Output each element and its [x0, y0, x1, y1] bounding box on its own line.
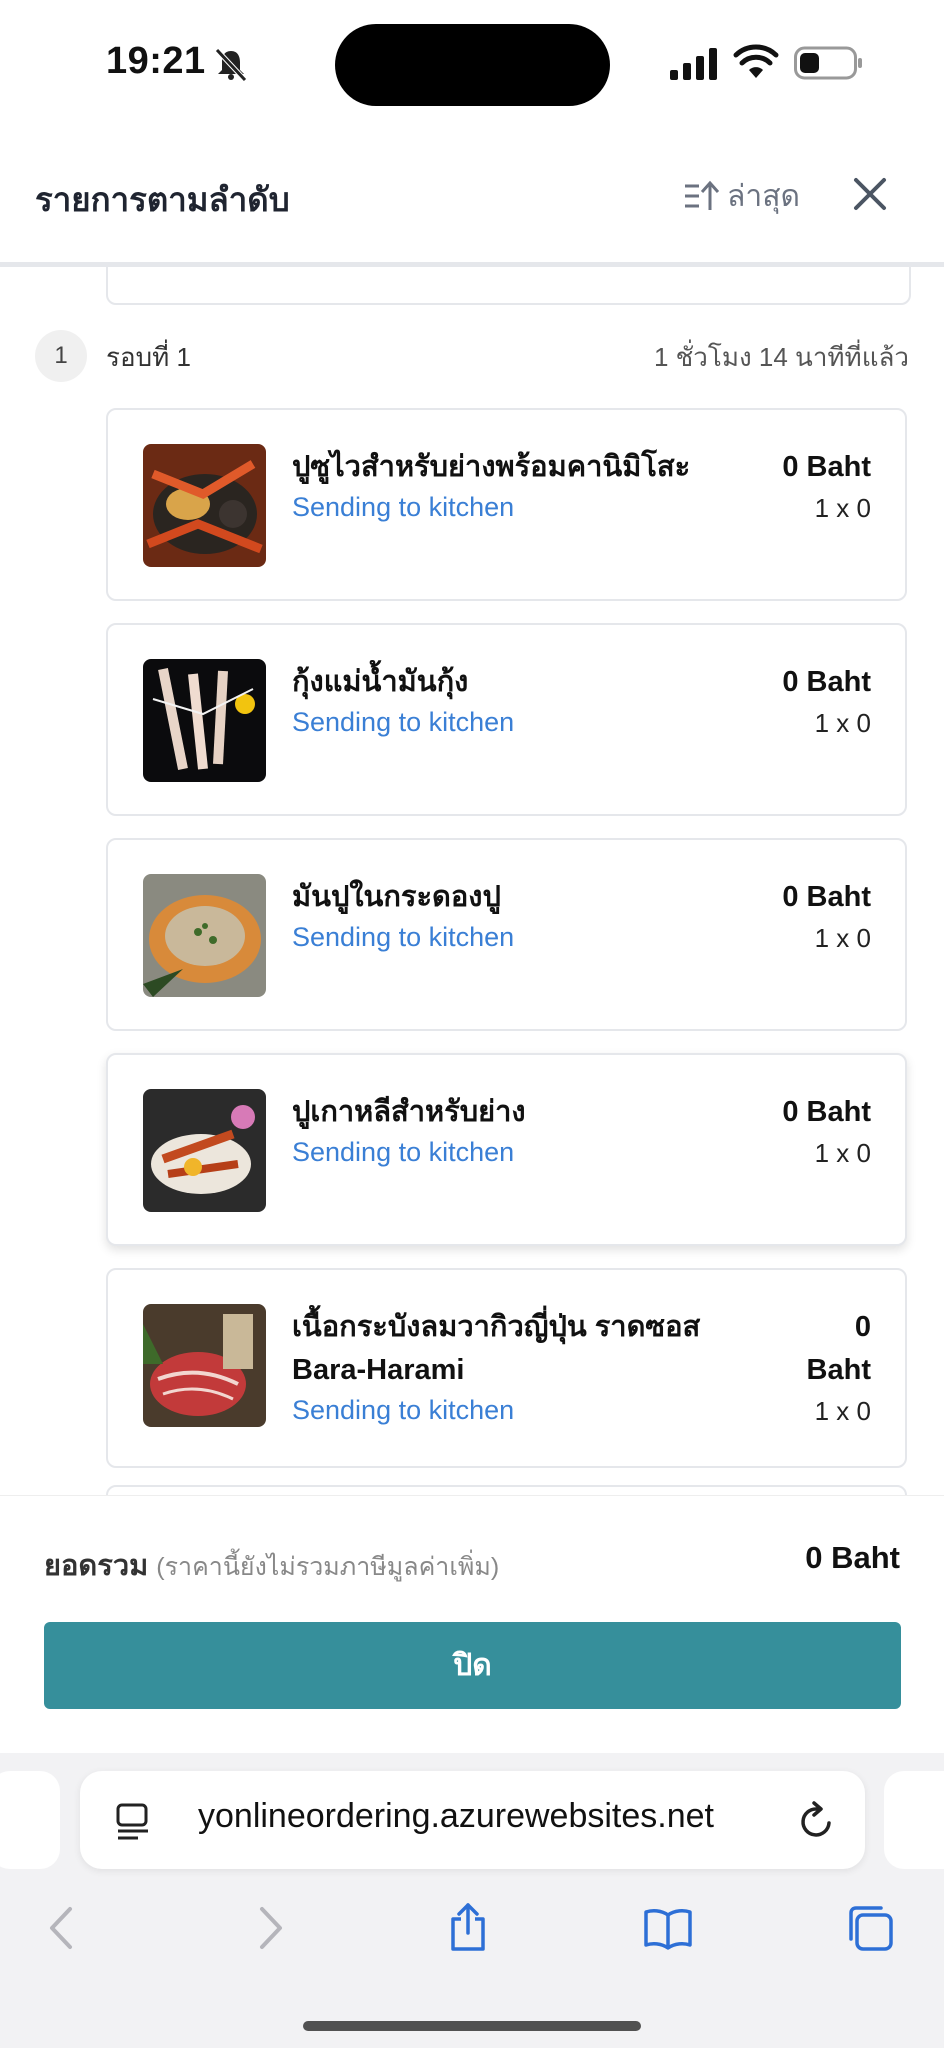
round-time-ago: 1 ชั่วโมง 14 นาทีที่แล้ว [653, 342, 909, 372]
item-image [143, 1304, 266, 1427]
share-icon[interactable] [443, 1903, 493, 1953]
item-quantity: 1 x 0 [814, 1138, 871, 1168]
total-label: ยอดรวม (ราคานี้ยังไม่รวมภาษีมูลค่าเพิ่ม) [44, 1542, 499, 1588]
item-image [143, 659, 266, 782]
item-status: Sending to kitchen [292, 1395, 515, 1425]
total-note: (ราคานี้ยังไม่รวมภาษีมูลค่าเพิ่ม) [156, 1553, 500, 1581]
item-name: มันปูในกระดองปู [292, 881, 501, 913]
item-price: 0 Baht [782, 1096, 871, 1128]
browser-toolbar: yonlineordering.azurewebsites.net [0, 1753, 944, 2048]
previous-tab[interactable] [0, 1771, 60, 1869]
signal-icon [670, 48, 717, 80]
item-name: เนื้อกระบังลมวากิวญี่ปุ่น ราดซอส Bara-Ha… [292, 1311, 701, 1386]
item-status: Sending to kitchen [292, 707, 515, 737]
item-status: Sending to kitchen [292, 492, 515, 522]
item-image [143, 874, 266, 997]
forward-icon[interactable] [244, 1903, 294, 1953]
item-price: 0 Baht [782, 666, 871, 698]
item-name: ปูซูไวสำหรับย่างพร้อมคานิมิโสะ [292, 451, 691, 483]
item-quantity: 1 x 0 [814, 923, 871, 953]
reload-icon[interactable] [797, 1801, 837, 1841]
total-value: 0 Baht [805, 1540, 900, 1575]
back-icon[interactable] [38, 1903, 88, 1953]
item-image [143, 1089, 266, 1212]
order-item-card[interactable]: กุ้งแม่น้ำมันกุ้ง Sending to kitchen 0 B… [106, 623, 907, 816]
order-item-card[interactable]: มันปูในกระดองปู Sending to kitchen 0 Bah… [106, 838, 907, 1031]
close-icon[interactable] [848, 172, 892, 216]
item-price-unit: Baht [806, 1354, 871, 1386]
next-card-edge [106, 1485, 907, 1495]
next-tab[interactable] [884, 1771, 944, 1869]
url-text: yonlineordering.azurewebsites.net [198, 1797, 714, 1835]
previous-card-edge [106, 267, 911, 305]
home-indicator [303, 2021, 641, 2031]
status-time: 19:21 [106, 40, 206, 82]
sort-label: ล่าสุด [727, 179, 801, 213]
bookmarks-icon[interactable] [643, 1903, 693, 1953]
tabs-icon[interactable] [845, 1903, 895, 1953]
round-label: รอบที่ 1 [106, 342, 191, 372]
item-price: 0 Baht [782, 451, 871, 483]
order-item-card[interactable]: ปูเกาหลีสำหรับย่าง Sending to kitchen 0 … [106, 1053, 907, 1246]
order-list[interactable]: 1 รอบที่ 1 1 ชั่วโมง 14 นาทีที่แล้ว ปูซู… [0, 267, 944, 1495]
close-button[interactable]: ปิด [44, 1622, 901, 1709]
page-menu-icon[interactable] [114, 1801, 152, 1841]
item-image [143, 444, 266, 567]
item-name: ปูเกาหลีสำหรับย่าง [292, 1096, 526, 1128]
order-item-card[interactable]: เนื้อกระบังลมวากิวญี่ปุ่น ราดซอส Bara-Ha… [106, 1268, 907, 1468]
item-price-value: 0 [854, 1311, 871, 1343]
sort-button[interactable]: ล่าสุด [683, 176, 800, 216]
item-price: 0 Baht [782, 881, 871, 913]
battery-icon [794, 46, 862, 80]
dynamic-island [335, 24, 610, 106]
order-summary-footer: ยอดรวม (ราคานี้ยังไม่รวมภาษีมูลค่าเพิ่ม)… [0, 1495, 944, 1754]
item-quantity: 1 x 0 [814, 1396, 871, 1426]
bell-muted-icon [215, 48, 247, 82]
page-title: รายการตามลำดับ [35, 181, 290, 218]
round-number-badge: 1 [35, 330, 87, 382]
item-status: Sending to kitchen [292, 922, 515, 952]
address-bar[interactable]: yonlineordering.azurewebsites.net [80, 1771, 865, 1869]
order-history-header: รายการตามลำดับ ล่าสุด [0, 128, 944, 267]
item-quantity: 1 x 0 [814, 493, 871, 523]
status-bar: 19:21 [0, 0, 944, 128]
wifi-icon [733, 44, 779, 78]
item-status: Sending to kitchen [292, 1137, 515, 1167]
item-price: 0 Baht [807, 1306, 871, 1392]
order-item-card[interactable]: ปูซูไวสำหรับย่างพร้อมคานิมิโสะ Sending t… [106, 408, 907, 601]
item-quantity: 1 x 0 [814, 708, 871, 738]
item-name: กุ้งแม่น้ำมันกุ้ง [292, 666, 469, 698]
sort-icon [685, 180, 719, 210]
total-title: ยอดรวม [44, 1550, 149, 1582]
